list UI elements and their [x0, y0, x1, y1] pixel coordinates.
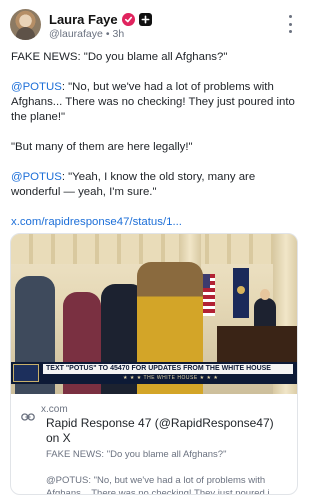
post-time[interactable]: 3h [113, 28, 125, 40]
body-link: x.com/rapidresponse47/status/1... [11, 215, 301, 230]
plus-badge-icon [138, 12, 152, 26]
link-preview-card[interactable]: TEXT "POTUS" TO 45470 FOR UPDATES FROM T… [10, 233, 298, 495]
broadcast-logo-icon [13, 364, 39, 382]
body-quote-2: @POTUS: "Yeah, I know the old story, man… [11, 170, 301, 200]
body-line-fake-news: FAKE NEWS: "Do you blame all Afghans?" [11, 51, 228, 63]
link-icon [21, 409, 35, 421]
post-header: Laura Faye @laurafaye • 3h [10, 9, 299, 41]
card-desc-line: Afghans... There was no checking! They j… [46, 488, 278, 495]
desk-graphic [217, 326, 297, 366]
card-domain: x.com [41, 403, 68, 415]
more-vertical-icon[interactable] [285, 15, 295, 33]
seal-graphic [237, 286, 245, 294]
author-handle[interactable]: @laurafaye [49, 28, 103, 40]
post-body: FAKE NEWS: "Do you blame all Afghans?" @… [11, 50, 301, 245]
ceiling-arch [11, 234, 297, 264]
broadcast-ticker: TEXT "POTUS" TO 45470 FOR UPDATES FROM T… [43, 364, 293, 374]
status-link[interactable]: x.com/rapidresponse47/status/1... [11, 216, 182, 228]
seated-figure [254, 289, 276, 328]
avatar[interactable] [10, 9, 41, 40]
verified-badge-icon [121, 12, 135, 26]
separator-dot: • [105, 28, 110, 40]
broadcast-sub-ticker: ★ ★ ★ THE WHITE HOUSE ★ ★ ★ [123, 375, 219, 381]
body-line-legally: "But many of them are here legally!" [11, 141, 193, 153]
mention-potus[interactable]: @POTUS [11, 81, 62, 93]
card-description: FAKE NEWS: "Do you blame all Afghans?" @… [46, 448, 287, 494]
card-title[interactable]: Rapid Response 47 (@RapidResponse47) on … [46, 416, 287, 446]
card-desc-line: @POTUS: "No, but we've had a lot of prob… [46, 475, 266, 486]
domain-row: x.com [21, 403, 287, 421]
us-flag-graphic [201, 274, 215, 316]
author-name[interactable]: Laura Faye [49, 12, 118, 27]
body-quote-1: @POTUS: "No, but we've had a lot of prob… [11, 80, 301, 125]
preview-image[interactable]: TEXT "POTUS" TO 45470 FOR UPDATES FROM T… [11, 234, 297, 394]
handle-row: @laurafaye • 3h [49, 28, 124, 40]
card-info: x.com Rapid Response 47 (@RapidResponse4… [11, 394, 297, 494]
mention-potus[interactable]: @POTUS [11, 171, 62, 183]
author-row: Laura Faye [49, 11, 152, 27]
card-desc-line: FAKE NEWS: "Do you blame all Afghans?" [46, 449, 227, 460]
